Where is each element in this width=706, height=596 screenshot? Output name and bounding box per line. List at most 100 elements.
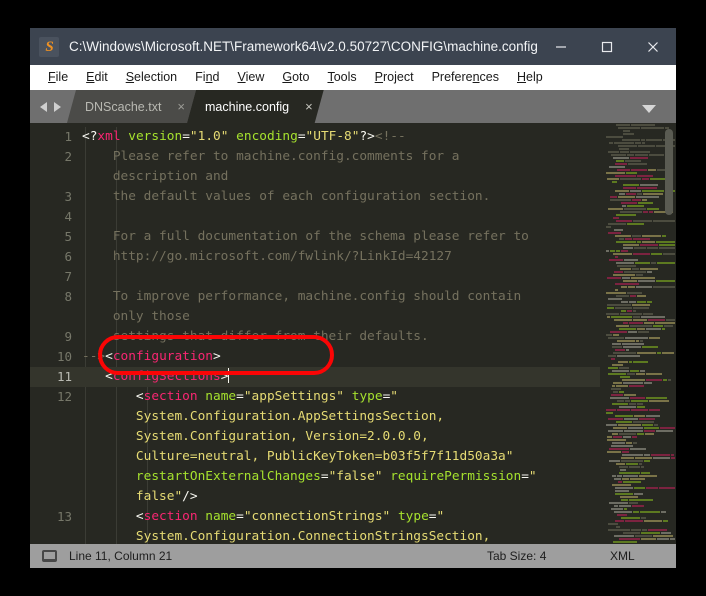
tab-size-setting[interactable]: Tab Size: 4 (487, 549, 546, 563)
token-str: "appSettings" (243, 389, 345, 404)
token-com: only those (82, 309, 190, 324)
tab-list: DNScache.txt × machine.config × (67, 90, 315, 123)
minimap-segment (617, 339, 635, 342)
minimap-segment (632, 504, 644, 507)
minimap-segment (608, 372, 626, 375)
code-line[interactable]: System.Configuration.ConnectionStringsSe… (82, 527, 600, 544)
code-content[interactable]: <?xml version="1.0" encoding="UTF-8"?><!… (82, 123, 604, 544)
vertical-scrollbar[interactable] (665, 129, 673, 215)
minimap-segment (627, 291, 642, 294)
minimap-segment (617, 168, 630, 171)
minimap-segment (628, 162, 647, 165)
minimap-segment (650, 252, 662, 255)
code-line[interactable]: http://go.microsoft.com/fwlink/?LinkId=4… (82, 247, 600, 267)
code-line[interactable]: System.Configuration, Version=2.0.0.0, (82, 427, 600, 447)
minimap-segment (628, 330, 637, 333)
syntax-mode[interactable]: XML (610, 549, 635, 563)
close-button[interactable] (630, 28, 676, 65)
minimap-segment (618, 126, 640, 129)
code-line[interactable]: Culture=neutral, PublicKeyToken=b03f5f7f… (82, 447, 600, 467)
menu-item-help[interactable]: Help (508, 65, 552, 90)
previous-tab-icon[interactable] (40, 101, 47, 112)
minimap-segment (651, 261, 656, 264)
menu-item-view[interactable]: View (228, 65, 273, 90)
token-str: "false" (328, 469, 383, 484)
code-line[interactable]: description and (82, 167, 600, 187)
menu-item-preferences[interactable]: Preferences (423, 65, 508, 90)
minimap-segment (623, 435, 631, 438)
code-line[interactable] (82, 207, 600, 227)
code-line[interactable]: the default values of each configuration… (82, 187, 600, 207)
minimap-segment (608, 522, 618, 525)
code-line[interactable]: To improve performance, machine.config s… (82, 287, 600, 307)
close-icon[interactable]: × (177, 100, 185, 113)
minimap-segment (611, 393, 623, 396)
minimap-segment (637, 327, 645, 330)
minimap-segment (623, 243, 640, 246)
minimize-button[interactable] (538, 28, 584, 65)
code-line[interactable]: For a full documentation of the schema p… (82, 227, 600, 247)
code-line[interactable]: <section name="connectionStrings" type=" (82, 507, 600, 527)
menu-item-file[interactable]: File (39, 65, 77, 90)
minimap-segment (608, 528, 630, 531)
minimap-segment (633, 486, 645, 489)
minimap-segment (633, 315, 640, 318)
tab-dnscache-txt[interactable]: DNScache.txt × (67, 90, 196, 123)
minimap-segment (639, 417, 655, 420)
menu-item-tools[interactable]: Tools (318, 65, 365, 90)
minimap-segment (640, 183, 658, 186)
minimap-segment (617, 408, 630, 411)
maximize-button[interactable] (584, 28, 630, 65)
minimap-segment (615, 519, 624, 522)
window-controls (538, 28, 676, 65)
minimap-segment (627, 153, 634, 156)
code-line[interactable]: Please refer to machine.config.comments … (82, 147, 600, 167)
minimap-segment (634, 246, 647, 249)
close-icon[interactable]: × (305, 100, 313, 113)
code-line[interactable]: System.Configuration.AppSettingsSection, (82, 407, 600, 427)
minimap-segment (627, 372, 635, 375)
window-title: C:\Windows\Microsoft.NET\Framework64\v2.… (69, 39, 538, 54)
minimap-segment (642, 528, 647, 531)
minimap-segment (649, 153, 664, 156)
code-line[interactable]: --><configuration> (82, 347, 600, 367)
tab-machine-config[interactable]: machine.config × (187, 90, 324, 123)
menu-item-find[interactable]: Find (186, 65, 228, 90)
minimap-segment (615, 414, 633, 417)
minimap-segment (621, 285, 627, 288)
minimap-segment (608, 429, 623, 432)
minimap[interactable] (604, 123, 676, 544)
minimap-segment (619, 366, 629, 369)
minimap-segment (626, 441, 632, 444)
menu-item-project[interactable]: Project (366, 65, 423, 90)
minimap-segment (624, 507, 627, 510)
minimap-segment (656, 240, 675, 243)
minimap-segment (623, 132, 634, 135)
code-line[interactable]: restartOnExternalChanges="false" require… (82, 467, 600, 487)
code-line[interactable]: false"/> (82, 487, 600, 507)
minimap-segment (613, 351, 636, 354)
code-line[interactable]: <configSections> (82, 367, 600, 387)
minimap-segment (642, 177, 649, 180)
minimap-segment (632, 219, 652, 222)
minimap-segment (617, 264, 636, 267)
code-line[interactable]: settings that differ from their defaults… (82, 327, 600, 347)
panel-toggle-icon[interactable] (42, 550, 57, 562)
code-line[interactable]: only those (82, 307, 600, 327)
menu-item-selection[interactable]: Selection (117, 65, 186, 90)
code-line[interactable]: <?xml version="1.0" encoding="UTF-8"?><!… (82, 127, 600, 147)
code-line[interactable] (82, 267, 600, 287)
menu-item-edit[interactable]: Edit (77, 65, 117, 90)
next-tab-icon[interactable] (54, 101, 61, 112)
minimap-segment (641, 126, 664, 129)
menu-item-goto[interactable]: Goto (273, 65, 318, 90)
minimap-segment (639, 474, 657, 477)
minimap-segment (619, 237, 624, 240)
minimap-segment (635, 261, 651, 264)
minimap-segment (654, 423, 658, 426)
code-line[interactable]: <section name="appSettings" type=" (82, 387, 600, 407)
minimap-segment (640, 243, 658, 246)
minimap-segment (611, 357, 615, 360)
chevron-down-icon[interactable] (642, 105, 656, 113)
minimap-segment (632, 252, 650, 255)
